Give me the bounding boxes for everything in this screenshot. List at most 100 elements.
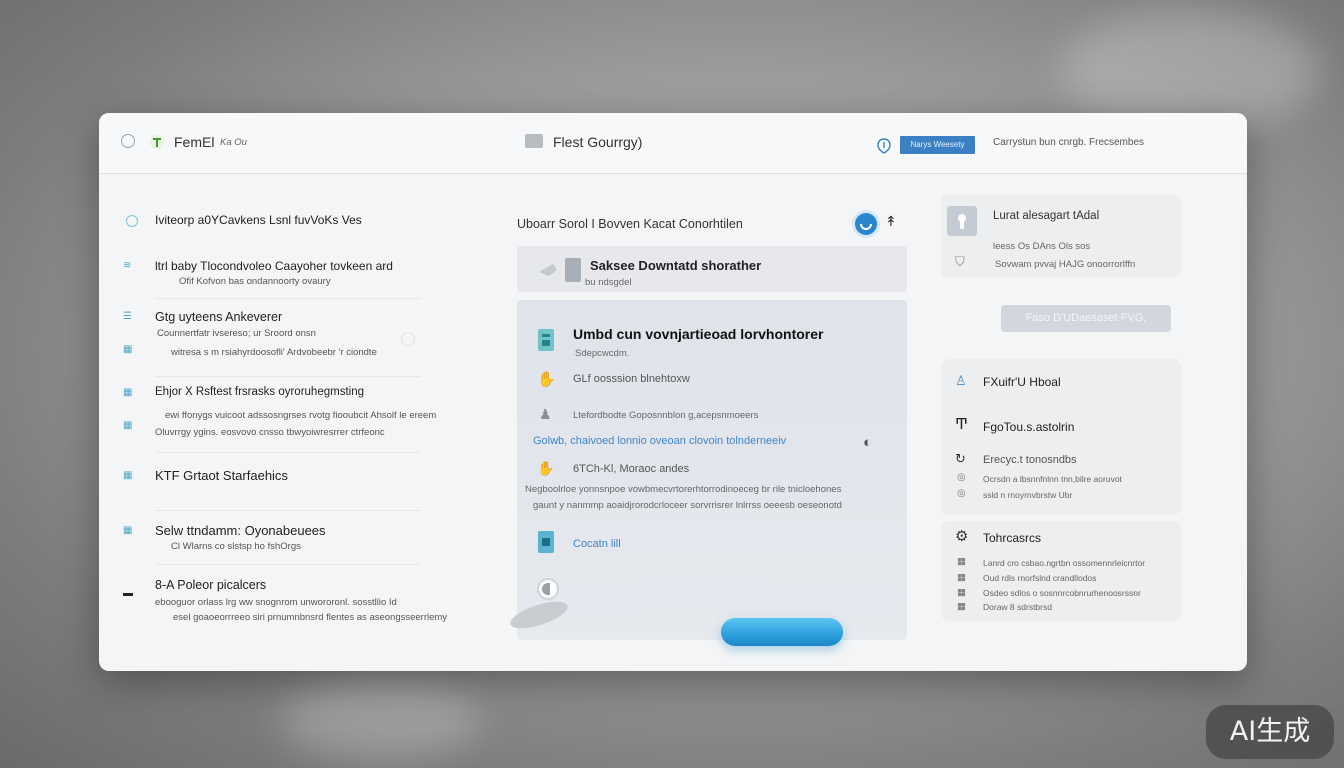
toggle-icon[interactable] xyxy=(401,332,415,346)
card-line: Oud rdls rnorfslnd crandllodos xyxy=(983,573,1097,583)
divider xyxy=(155,298,421,299)
divider xyxy=(155,564,421,565)
divider xyxy=(155,452,421,453)
card-line: ssld n rnoyrnvbrstw Ubr xyxy=(983,490,1073,500)
hand-icon: ✋ xyxy=(537,371,556,388)
left-item-sub: ebooguor orlass lrg ww snognrom unwororo… xyxy=(155,597,397,608)
card-title: Umbd cun vovnjartieoad lorvhontorer xyxy=(573,326,824,342)
app-window: FemEl Ka Ou Flest Gourrgy) Narys Weesety… xyxy=(99,113,1247,671)
resources-card: ⚙ Tohrcasrcs ▦ Lanrd cro csbao.ngrtbn os… xyxy=(941,521,1181,621)
card-line: Lanrd cro csbao.ngrtbn ossomennrleicnrto… xyxy=(983,558,1146,568)
lock-icon xyxy=(947,206,977,236)
grid-icon: ▦ xyxy=(123,420,133,431)
grid-icon: ▦ xyxy=(123,525,133,536)
left-item-title: Iviteorp a0YCavkens Lsnl fuvVoKs Ves xyxy=(155,213,362,227)
user-icon: ♙ xyxy=(955,373,967,388)
info-card: Lurat alesagart tAdal leess Os DAns Ols … xyxy=(941,194,1181,278)
left-item-title: 8-A Poleor picalcers xyxy=(155,578,267,592)
left-item-sub: Cl Wlarns co slstsp ho fshOrgs xyxy=(171,541,301,552)
person-icon: ♟ xyxy=(539,406,552,422)
left-item[interactable]: ▦ Selw ttndamm: Oyonabeuees Cl Wlarns co… xyxy=(123,523,423,559)
info-icon[interactable] xyxy=(877,138,891,154)
left-item-title: Gtg uyteens Ankeverer xyxy=(155,310,283,324)
hook-icon: Ͳ xyxy=(955,416,968,433)
primary-pill-button[interactable] xyxy=(721,618,843,646)
grid-icon: ▦ xyxy=(123,470,133,481)
left-item[interactable]: ▬ 8-A Poleor picalcers ebooguor orlass l… xyxy=(123,578,447,628)
app-name: FemEl xyxy=(174,134,215,150)
card-title: Lurat alesagart tAdal xyxy=(993,210,1100,222)
left-item[interactable]: ≋ ltrl baby Tlocondvoleo Caayoher tovkee… xyxy=(123,259,423,293)
list-icon: ▦ xyxy=(957,572,966,583)
left-item-sub: ewi ffonygs vuicoot adssosngrses rvotg f… xyxy=(165,410,437,421)
left-item-sub: Oluvrrgy ygins. eosvovo cnsso tbwyoiwres… xyxy=(155,427,385,438)
gear-icon: ⚙ xyxy=(955,528,969,545)
bullet-icon: ◎ xyxy=(957,488,966,499)
option-row[interactable]: GLf oosssion blnehtoxw xyxy=(573,373,690,385)
detail-item[interactable]: FgoTou.s.astolrin xyxy=(983,420,1074,434)
center-header-title: Uboarr Sorol I Bovven Kacat Conorhtilen xyxy=(517,217,743,231)
left-item-title: Ehjor X Rsftest frsrasks oyroruhegmsting xyxy=(155,386,364,398)
list-icon: ▦ xyxy=(957,601,966,612)
left-item-title: ltrl baby Tlocondvoleo Caayoher tovkeen … xyxy=(155,259,393,273)
option-row[interactable]: Ltefordbodte Goposnnblon g,acepsnmoeers xyxy=(573,410,758,421)
grid-icon: ▦ xyxy=(123,387,133,398)
ai-generated-watermark: AI生成 xyxy=(1206,705,1334,759)
card-sub: Sdepcwcdm. xyxy=(575,348,630,359)
background-swirl xyxy=(1060,10,1320,130)
left-item-sub: Ofif Kofvon bas ondannoorty ovaury xyxy=(179,276,331,287)
card-line: Osdeo sdlos o sosnnrcobnrurhenoosrssnr xyxy=(983,588,1141,598)
card-line: Sovwam pvvaj HAJG onoorrorlffn xyxy=(995,259,1136,270)
refresh-icon: ↻ xyxy=(955,451,966,466)
left-item-title: Selw ttndamm: Oyonabeuees xyxy=(155,523,326,538)
download-banner[interactable]: Saksee Downtatd shorather bu ndsgdel xyxy=(517,246,907,292)
details-card: ♙ FXuifr'U Hboal Ͳ FgoTou.s.astolrin ↻ E… xyxy=(941,359,1181,515)
divider xyxy=(155,376,421,377)
header-link[interactable]: Carrystun bun cnrgb. xyxy=(993,137,1086,148)
wifi-icon: ≋ xyxy=(123,260,132,271)
card-link[interactable]: Cocatn lill xyxy=(573,538,621,550)
left-item-sub: esel goaoeorrreeo siri prnumnbnsrd flent… xyxy=(173,612,448,623)
option-row[interactable]: 6TCh-Kl, Moraoc andes xyxy=(573,463,689,475)
left-item[interactable]: ▦ Ehjor X Rsftest frsrasks oyroruhegmsti… xyxy=(123,386,436,446)
secondary-button[interactable]: Faso D'UDaesaset FVG, xyxy=(1001,305,1171,332)
paragraph: gaunt y nanmmp aoaidjrorodcrloceer sorvr… xyxy=(533,500,842,511)
flag-icon: ▬ xyxy=(123,588,133,599)
detail-item[interactable]: FXuifr'U Hboal xyxy=(983,375,1061,389)
highlight-link[interactable]: Golwb, chaivoed lonnio oveoan clovoin to… xyxy=(533,435,786,447)
grid-icon: ▦ xyxy=(123,344,133,355)
pin-icon[interactable]: ↟ xyxy=(885,213,897,230)
app-name-suffix: Ka Ou xyxy=(220,137,247,148)
divider xyxy=(155,510,421,511)
card-line: leess Os DAns Ols sos xyxy=(993,241,1091,252)
window-title: Flest Gourrgy) xyxy=(553,134,643,150)
card-line: Ocrsdn a lbsnnfnlnn tnn,bilre aoruvot xyxy=(983,474,1122,484)
radio-icon[interactable] xyxy=(537,578,559,600)
bullet-icon: ◎ xyxy=(957,472,966,483)
logo-icon xyxy=(149,134,165,150)
left-item[interactable]: ▦ KTF Grtaot Starfaehics xyxy=(123,468,423,490)
hand-icon: ✋ xyxy=(537,460,555,476)
primary-action-button[interactable]: Narys Weesety xyxy=(900,136,975,154)
left-item-sub: witresa s m rsiahyrdoosofli' Ardvobeebr … xyxy=(171,347,377,358)
left-item[interactable]: Iviteorp a0YCavkens Lsnl fuvVoKs Ves xyxy=(123,213,423,233)
globe-icon[interactable]: ◐ xyxy=(863,434,872,451)
download-icon xyxy=(535,256,583,284)
tag-icon: ⛉ xyxy=(955,254,965,269)
card-line: Doraw 8 sdrstbrsd xyxy=(983,602,1052,612)
list-icon: ☰ xyxy=(123,311,132,322)
back-icon[interactable] xyxy=(121,134,135,148)
detail-item[interactable]: Erecyc.t tonosndbs xyxy=(983,454,1077,466)
card-title: Tohrcasrcs xyxy=(983,531,1042,545)
document-icon xyxy=(537,530,555,554)
left-item[interactable]: ☰ Gtg uyteens Ankeverer Counnertfatr ivs… xyxy=(123,310,423,370)
left-item-sub: Counnertfatr ivsereso; ur Sroord onsn xyxy=(157,328,316,339)
main-card: Umbd cun vovnjartieoad lorvhontorer Sdep… xyxy=(517,300,907,640)
sync-icon[interactable] xyxy=(855,213,877,235)
header-link-2[interactable]: Frecsembes xyxy=(1089,137,1144,148)
background-swirl xyxy=(280,680,480,760)
document-icon xyxy=(525,134,543,148)
circle-icon xyxy=(126,215,138,227)
top-bar: FemEl Ka Ou Flest Gourrgy) Narys Weesety… xyxy=(99,113,1247,174)
list-icon: ▦ xyxy=(957,556,966,567)
